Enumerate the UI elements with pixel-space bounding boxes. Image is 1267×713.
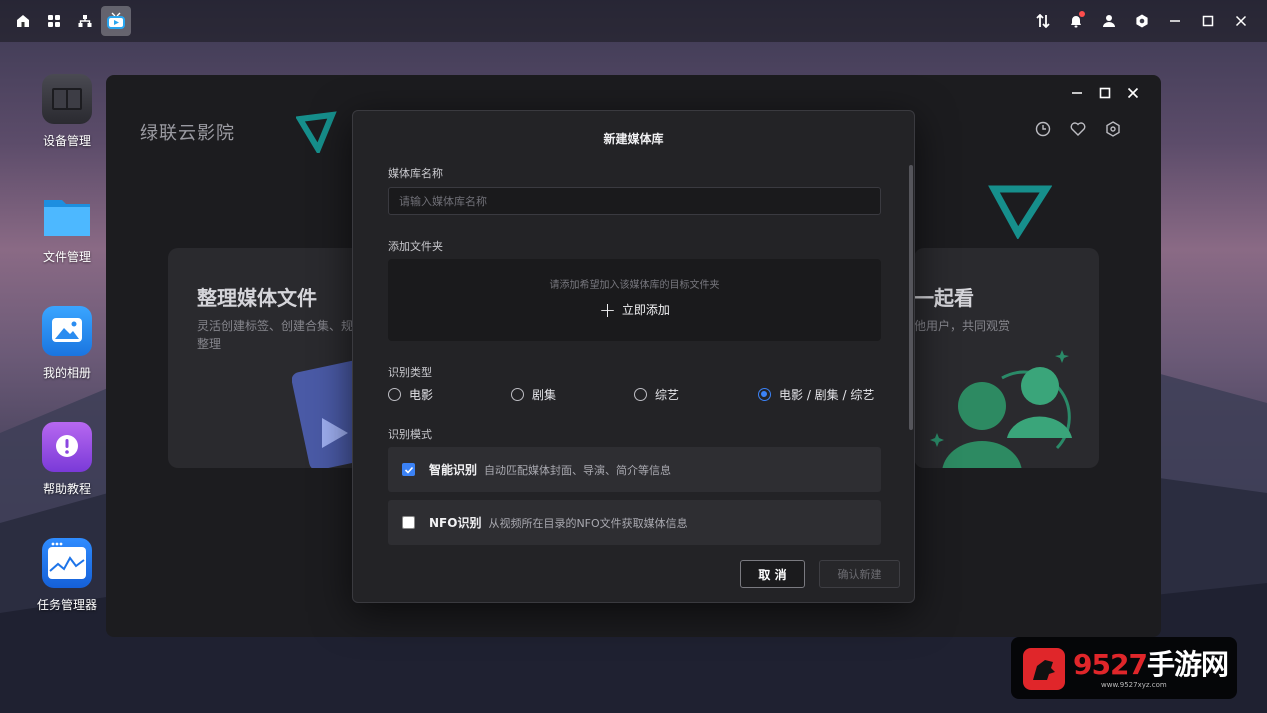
mode-label: 识别模式 (388, 428, 432, 441)
app-title: 绿联云影院 (140, 123, 235, 144)
radio-icon (388, 388, 401, 401)
library-name-input[interactable] (388, 187, 881, 215)
users-illustration (930, 350, 1072, 468)
card-title: 一起看 (914, 286, 974, 310)
close-icon[interactable] (1226, 6, 1256, 36)
site-watermark: 9527手游网 www.9527xyz.com (1011, 637, 1237, 699)
checkbox-icon[interactable] (402, 516, 415, 529)
maximize-icon[interactable] (1193, 6, 1223, 36)
minimize-icon[interactable] (1160, 6, 1190, 36)
desktop-item-task-manager[interactable]: 任务管理器 (22, 538, 112, 613)
tv-icon[interactable] (101, 6, 131, 36)
desktop-item-photos[interactable]: 我的相册 (22, 306, 112, 381)
mode-option-nfo[interactable]: NFO识别 从视频所在目录的NFO文件获取媒体信息 (388, 500, 881, 545)
watermark-text: 9527手游网 (1073, 648, 1229, 681)
decor-triangle-icon (988, 185, 1052, 239)
type-radio-series[interactable]: 剧集 (511, 386, 556, 403)
apps-grid-icon[interactable] (39, 6, 69, 36)
dialog-title: 新建媒体库 (603, 132, 664, 146)
folder-label: 添加文件夹 (388, 240, 443, 253)
mode-option-smart[interactable]: 智能识别 自动匹配媒体封面、导演、简介等信息 (388, 447, 881, 492)
checkbox-checked-icon[interactable] (402, 463, 415, 476)
minimize-icon[interactable] (1063, 83, 1091, 103)
type-radio-all[interactable]: 电影 / 剧集 / 综艺 (758, 386, 874, 403)
history-icon[interactable] (1035, 121, 1051, 141)
close-icon[interactable] (1119, 83, 1147, 103)
folder-icon (42, 190, 92, 240)
photo-icon (42, 306, 92, 356)
cancel-button[interactable]: 取 消 (740, 560, 805, 588)
watermark-logo-icon (1023, 648, 1065, 690)
help-icon (42, 422, 92, 472)
task-monitor-icon (42, 538, 92, 588)
home-icon[interactable] (8, 6, 38, 36)
desktop-item-device[interactable]: 设备管理 (22, 74, 112, 149)
type-radio-group: 电影 剧集 综艺 电影 / 剧集 / 综艺 (388, 386, 881, 404)
settings-icon[interactable] (1105, 121, 1121, 141)
add-folder-button[interactable]: + 立即添加 (599, 297, 670, 322)
desktop-label: 任务管理器 (36, 598, 97, 612)
add-folder-hint: 请添加希望加入该媒体库的目标文件夹 (549, 280, 720, 291)
new-library-dialog: 新建媒体库 媒体库名称 添加文件夹 请添加希望加入该媒体库的目标文件夹 + 立即… (352, 110, 915, 603)
system-taskbar (0, 0, 1267, 42)
add-folder-area: 请添加希望加入该媒体库的目标文件夹 + 立即添加 (388, 259, 881, 341)
mode-desc: 自动匹配媒体封面、导演、简介等信息 (484, 463, 672, 477)
mode-desc: 从视频所在目录的NFO文件获取媒体信息 (488, 516, 688, 530)
desktop-item-files[interactable]: 文件管理 (22, 190, 112, 265)
dialog-scrollbar[interactable] (909, 165, 913, 430)
add-folder-label: 立即添加 (621, 303, 670, 317)
confirm-create-button[interactable]: 确认新建 (819, 560, 900, 588)
desktop-label: 设备管理 (42, 134, 91, 148)
bell-icon[interactable] (1061, 6, 1091, 36)
type-label: 识别类型 (388, 366, 432, 379)
name-label: 媒体库名称 (388, 167, 443, 180)
plus-icon: + (599, 297, 616, 322)
feature-card-watch-together[interactable]: 一起看 他用户，共同观赏 (914, 248, 1099, 468)
desktop-item-help[interactable]: 帮助教程 (22, 422, 112, 497)
card-desc: 他用户，共同观赏 (914, 319, 1011, 333)
device-icon (42, 74, 92, 124)
logo-triangle-icon (296, 111, 337, 153)
settings-icon[interactable] (1127, 6, 1157, 36)
desktop-label: 文件管理 (42, 250, 91, 264)
user-icon[interactable] (1094, 6, 1124, 36)
type-radio-variety[interactable]: 综艺 (634, 386, 679, 403)
transfer-icon[interactable] (1028, 6, 1058, 36)
mode-name: NFO识别 (429, 516, 482, 530)
favorite-icon[interactable] (1070, 121, 1086, 141)
watermark-url: www.9527xyz.com (1101, 681, 1167, 689)
radio-icon (511, 388, 524, 401)
radio-icon (634, 388, 647, 401)
desktop-label: 我的相册 (42, 366, 91, 380)
notification-dot (1079, 11, 1085, 17)
mode-name: 智能识别 (429, 463, 478, 477)
maximize-icon[interactable] (1091, 83, 1119, 103)
network-icon[interactable] (70, 6, 100, 36)
type-radio-movie[interactable]: 电影 (388, 386, 433, 403)
radio-selected-icon (758, 388, 771, 401)
desktop-label: 帮助教程 (42, 482, 91, 496)
